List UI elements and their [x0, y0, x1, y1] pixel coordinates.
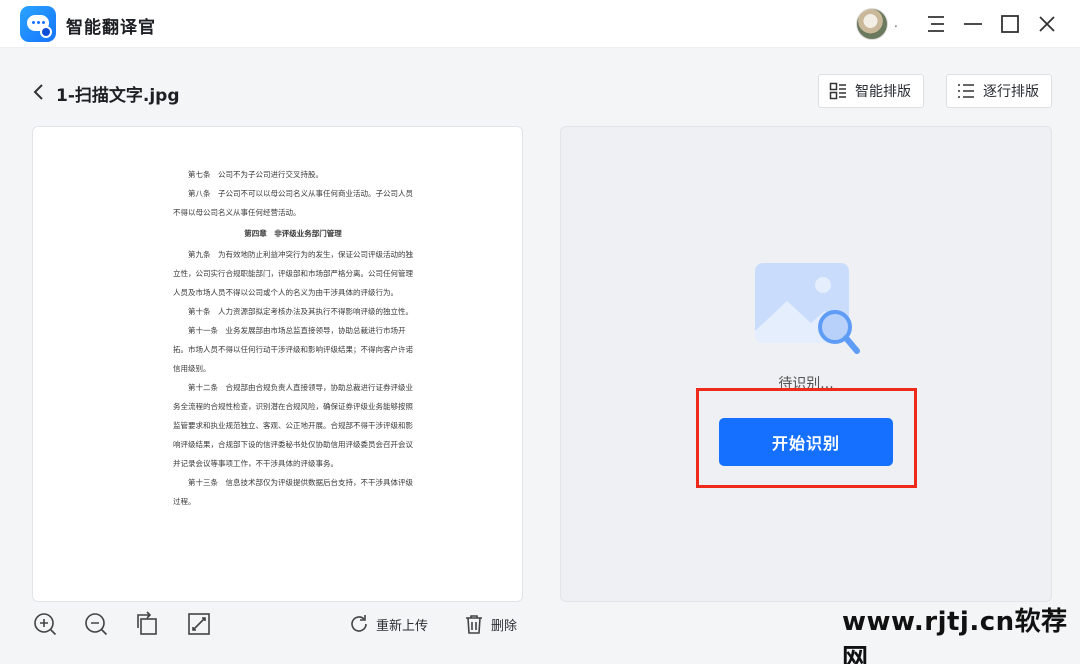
document-preview[interactable]: 第七条 公司不为子公司进行交叉持股。 第八条 子公司不可以以母公司名义从事任何商… — [32, 126, 523, 602]
doc-paragraph: 第十一条 业务发展部由市场总监直接领导，协助总裁进行市场开拓。市场人员不得以任何… — [173, 326, 413, 373]
rotate-icon[interactable] — [135, 611, 161, 637]
title-bar: 智能翻译官 . — [0, 0, 1080, 48]
menu-icon[interactable] — [924, 12, 948, 36]
start-recognition-button[interactable]: 开始识别 — [719, 418, 893, 466]
doc-paragraph: 第十三条 信息技术部仅为评级提供数据后台支持，不干涉具体评级过程。 — [173, 478, 413, 506]
doc-paragraph: 第八条 子公司不可以以母公司名义从事任何商业活动。子公司人员不得以母公司名义从事… — [173, 189, 413, 217]
fit-screen-icon[interactable] — [186, 611, 212, 637]
line-layout-button[interactable]: 逐行排版 — [946, 74, 1052, 108]
app-title: 智能翻译官 — [66, 18, 156, 38]
smart-layout-label: 智能排版 — [855, 84, 911, 100]
smart-layout-icon — [829, 82, 846, 100]
file-name: 1-扫描文字.jpg — [56, 86, 180, 106]
scanned-page: 第七条 公司不为子公司进行交叉持股。 第八条 子公司不可以以母公司名义从事任何商… — [173, 165, 413, 511]
close-icon[interactable] — [1035, 12, 1059, 36]
delete-button[interactable]: 删除 — [463, 612, 517, 636]
doc-paragraph: 第九条 为有效地防止利益冲突行为的发生，保证公司评级活动的独立性，公司实行合规职… — [173, 250, 413, 297]
doc-paragraph: 第十条 人力资源部拟定考核办法及其执行不得影响评级的独立性。 — [188, 307, 413, 316]
list-icon — [958, 84, 974, 98]
back-icon[interactable] — [30, 82, 48, 102]
line-layout-label: 逐行排版 — [983, 84, 1039, 100]
user-avatar[interactable] — [856, 8, 888, 40]
watermark: www.rjtj.cn软荐网 — [842, 607, 1068, 664]
app-logo-icon — [20, 6, 56, 42]
doc-paragraph: 第十二条 合规部由合规负责人直接领导，协助总裁进行证券评级业务全流程的合规性检查… — [173, 383, 413, 468]
doc-chapter-heading: 第四章 非评级业务部门管理 — [244, 229, 342, 238]
reupload-button[interactable]: 重新上传 — [348, 612, 428, 636]
user-name[interactable]: . — [894, 16, 898, 30]
trash-icon — [466, 615, 482, 634]
smart-layout-button[interactable]: 智能排版 — [818, 74, 924, 108]
zoom-out-icon[interactable] — [83, 611, 109, 637]
image-search-icon — [753, 261, 863, 357]
doc-paragraph: 第七条 公司不为子公司进行交叉持股。 — [188, 170, 323, 179]
result-panel: 待识别... 开始识别 — [560, 126, 1052, 602]
refresh-icon — [351, 615, 367, 632]
delete-label: 删除 — [491, 618, 518, 634]
reupload-label: 重新上传 — [376, 618, 429, 634]
zoom-in-icon[interactable] — [32, 611, 58, 637]
minimize-icon[interactable] — [961, 12, 985, 36]
maximize-icon[interactable] — [998, 12, 1022, 36]
